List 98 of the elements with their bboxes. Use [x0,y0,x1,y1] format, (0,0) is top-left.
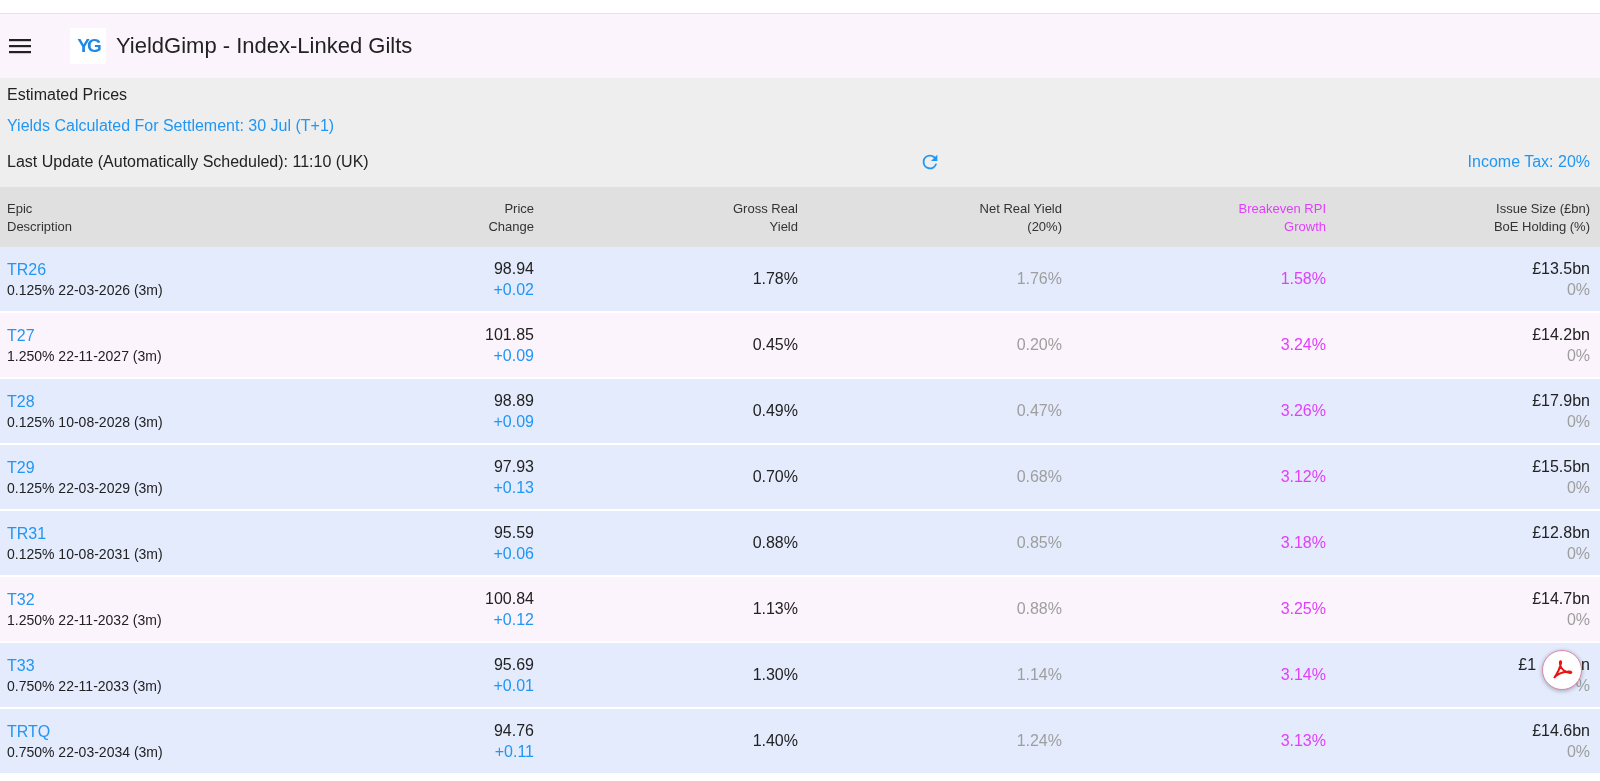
breakeven-text: 1.58% [1280,270,1326,288]
column-header: Price [504,200,534,216]
issue-size-text: £17.9bn [1532,391,1590,410]
change-text: +0.02 [493,280,534,299]
epic-link[interactable]: TR26 [7,260,47,279]
net-yield-text: 0.47% [1016,402,1062,420]
boe-holding-text: 0% [1566,346,1590,365]
table-row[interactable]: T27 1.250% 22-11-2027 (3m) 101.85 +0.09 0.45% 0.20% 3.24% £14.2bn 0% [0,313,1600,379]
net-yield-text: 0.85% [1016,534,1062,552]
description-text: 0.125% 22-03-2029 (3m) [7,479,163,496]
description-text: 0.125% 10-08-2028 (3m) [7,413,163,430]
gross-yield-text: 1.13% [752,600,798,618]
issue-size-text: £14.2bn [1532,325,1590,344]
epic-link[interactable]: TR31 [7,524,47,543]
price-text: 101.85 [485,325,534,344]
change-text: +0.01 [493,676,534,695]
net-yield-text: 0.88% [1016,600,1062,618]
change-text: +0.09 [493,412,534,431]
description-text: 0.125% 22-03-2026 (3m) [7,281,163,298]
epic-link[interactable]: TRTQ [7,722,51,741]
logo: YG [70,28,106,64]
column-header: Gross Real [732,200,798,216]
menu-icon[interactable] [9,38,31,54]
issue-size-text: £13.5bn [1532,259,1590,278]
description-text: 1.250% 22-11-2032 (3m) [7,611,162,628]
boe-holding-text: 0% [1566,544,1590,563]
gross-yield-text: 0.49% [752,402,798,420]
settlement-text: Yields Calculated For Settlement: 30 Jul (T+1) [7,117,336,136]
breakeven-text: 3.14% [1280,666,1326,684]
boe-holding-text: 0% [1566,742,1590,761]
issue-size-text: £1 [1518,655,1537,674]
column-header: Breakeven RPI [1238,200,1326,216]
gross-yield-text: 0.70% [752,468,798,486]
issue-size-text: £12.8bn [1532,523,1590,542]
epic-link[interactable]: T29 [7,458,35,477]
column-header: Epic [7,200,33,216]
column-header: Issue Size (£bn) [1496,200,1590,216]
description-text: 0.750% 22-03-2034 (3m) [7,743,163,760]
change-text: +0.06 [493,544,534,563]
change-text: +0.11 [494,742,534,761]
gross-yield-text: 1.40% [752,732,798,750]
net-yield-text: 1.14% [1016,666,1062,684]
change-text: +0.13 [493,478,534,497]
change-text: +0.12 [493,610,534,629]
change-text: +0.09 [493,346,534,365]
table-row[interactable]: TRTQ 0.750% 22-03-2034 (3m) 94.76 +0.11 1.40% 1.24% 3.13% £14.6bn 0% [0,709,1600,775]
price-text: 97.93 [493,457,534,476]
boe-holding-text: 0% [1566,610,1590,629]
table-row[interactable]: T29 0.125% 22-03-2029 (3m) 97.93 +0.13 0.70% 0.68% 3.12% £15.5bn 0% [0,445,1600,511]
breakeven-text: 3.18% [1280,534,1326,552]
gross-yield-text: 0.88% [752,534,798,552]
gross-yield-text: 0.45% [752,336,798,354]
breakeven-text: 3.24% [1280,336,1326,354]
epic-link[interactable]: T28 [7,392,35,411]
issue-size-text: £15.5bn [1532,457,1590,476]
boe-holding-text: 0% [1566,412,1590,431]
price-text: 95.69 [493,655,534,674]
info-heading: Estimated Prices [7,86,129,105]
table-row[interactable]: TR31 0.125% 10-08-2031 (3m) 95.59 +0.06 0.88% 0.85% 3.18% £12.8bn 0% [0,511,1600,577]
table-row[interactable]: T28 0.125% 10-08-2028 (3m) 98.89 +0.09 0.49% 0.47% 3.26% £17.9bn 0% [0,379,1600,445]
breakeven-text: 3.12% [1280,468,1326,486]
column-header: (20%) [1027,218,1062,234]
epic-link[interactable]: T32 [7,590,35,609]
boe-holding-text: 0% [1566,280,1590,299]
price-text: 94.76 [493,721,534,740]
breakeven-text: 3.26% [1280,402,1326,420]
column-header: Yield [769,218,798,234]
issue-size-text: n [1581,655,1590,674]
issue-size-text: £14.7bn [1532,589,1590,608]
column-header: BoE Holding (%) [1493,218,1590,234]
price-text: 98.89 [493,391,534,410]
net-yield-text: 1.24% [1016,732,1062,750]
net-yield-text: 1.76% [1016,270,1062,288]
column-header: Change [488,218,534,234]
gross-yield-text: 1.78% [752,270,798,288]
issue-size-text: £14.6bn [1532,721,1590,740]
description-text: 1.250% 22-11-2027 (3m) [7,347,162,364]
price-text: 98.94 [493,259,534,278]
epic-link[interactable]: T27 [7,326,35,345]
price-text: 100.84 [485,589,534,608]
net-yield-text: 0.68% [1016,468,1062,486]
net-yield-text: 0.20% [1016,336,1062,354]
boe-holding-text: 0% [1566,478,1590,497]
description-text: 0.750% 22-11-2033 (3m) [7,677,162,694]
price-text: 95.59 [493,523,534,542]
breakeven-text: 3.13% [1280,732,1326,750]
column-header: Net Real Yield [979,200,1062,216]
last-update-text: Last Update (Automatically Scheduled): 11:10 (UK) [7,153,370,171]
app-title: YieldGimp - Index-Linked Gilts [116,33,413,59]
table-row[interactable]: T32 1.250% 22-11-2032 (3m) 100.84 +0.12 1.13% 0.88% 3.25% £14.7bn 0% [0,577,1600,643]
gross-yield-text: 1.30% [752,666,798,684]
column-header: Growth [1284,218,1326,234]
description-text: 0.125% 10-08-2031 (3m) [7,545,163,562]
table-row[interactable]: TR26 0.125% 22-03-2026 (3m) 98.94 +0.02 1.78% 1.76% 1.58% £13.5bn 0% [0,247,1600,313]
epic-link[interactable]: T33 [7,656,35,675]
breakeven-text: 3.25% [1280,600,1326,618]
income-tax-link[interactable]: Income Tax: 20% [1467,153,1590,171]
column-header: Description [7,218,73,234]
